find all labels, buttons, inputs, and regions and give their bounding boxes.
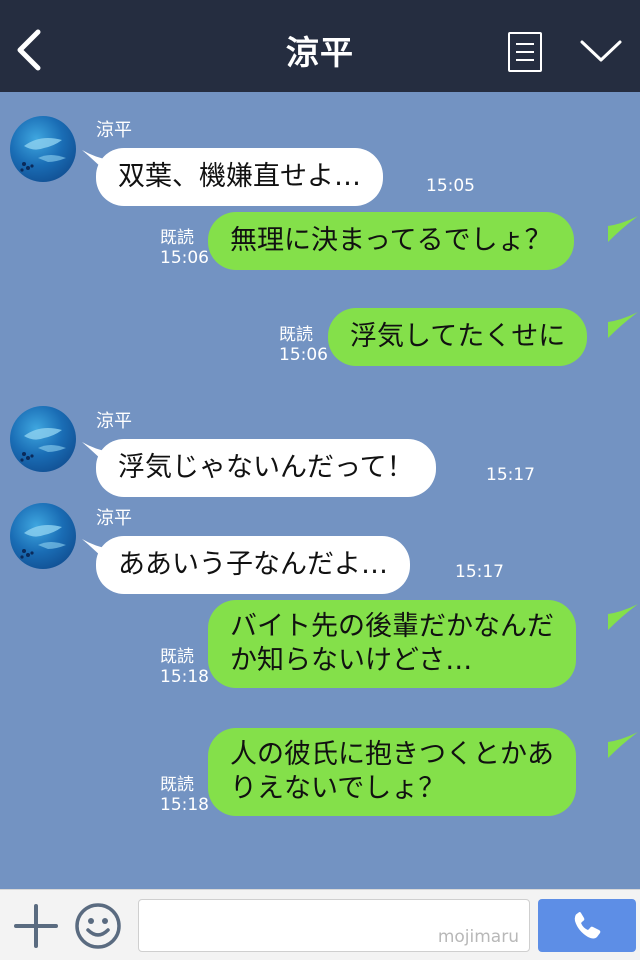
avatar[interactable] xyxy=(10,116,76,182)
chat-area[interactable]: 涼平 双葉、機嫌直せよ… 15:05 既読 15:06 無理に決まってるでしょ？… xyxy=(0,92,640,889)
sender-name: 涼平 xyxy=(96,508,132,529)
dolphin-image xyxy=(20,428,66,462)
call-button[interactable] xyxy=(538,899,636,952)
phone-icon xyxy=(574,912,601,939)
menu-button[interactable] xyxy=(508,32,542,72)
message-bubble[interactable]: 浮気してたくせに xyxy=(328,308,588,366)
dolphin-image xyxy=(20,525,66,559)
message-line: バイト先の後輩だかなんだ xyxy=(230,611,554,642)
collapse-button[interactable] xyxy=(578,36,624,66)
message-line: りえないでしょ？ xyxy=(230,773,446,804)
sender-name: 涼平 xyxy=(96,411,132,432)
read-receipt: 既読 xyxy=(279,325,313,345)
plus-icon xyxy=(14,904,58,948)
chevron-down-icon xyxy=(580,40,622,62)
smiley-icon xyxy=(75,903,121,949)
read-receipt: 既読 xyxy=(160,775,194,795)
add-button[interactable] xyxy=(14,904,58,948)
message-time: 15:17 xyxy=(486,465,535,485)
dolphin-image xyxy=(20,138,66,172)
chat-header: 涼平 xyxy=(0,0,640,92)
bubble-tail xyxy=(608,216,638,242)
bubble-tail xyxy=(608,312,638,338)
bubble-tail xyxy=(608,732,638,758)
message-time: 15:18 xyxy=(160,795,209,815)
message-bubble[interactable]: ああいう子なんだよ… xyxy=(96,536,410,594)
message-time: 15:06 xyxy=(160,248,209,268)
avatar[interactable] xyxy=(10,503,76,569)
message-time: 15:18 xyxy=(160,667,209,687)
message-input[interactable]: mojimaru xyxy=(138,899,530,952)
message-time: 15:05 xyxy=(426,176,475,196)
input-bar: mojimaru xyxy=(0,889,640,960)
sender-name: 涼平 xyxy=(96,120,132,141)
watermark-text: mojimaru xyxy=(437,927,519,947)
message-bubble[interactable]: 無理に決まってるでしょ？ xyxy=(208,212,574,270)
message-time: 15:06 xyxy=(279,345,328,365)
read-receipt: 既読 xyxy=(160,228,194,248)
bubble-tail xyxy=(608,604,638,630)
message-time: 15:17 xyxy=(455,562,504,582)
read-receipt: 既読 xyxy=(160,647,194,667)
message-bubble[interactable]: バイト先の後輩だかなんだ か知らないけどさ… xyxy=(208,600,576,688)
avatar[interactable] xyxy=(10,406,76,472)
message-line: か知らないけどさ… xyxy=(230,645,473,676)
message-bubble[interactable]: 人の彼氏に抱きつくとかあ りえないでしょ？ xyxy=(208,728,576,816)
message-bubble[interactable]: 双葉、機嫌直せよ… xyxy=(96,148,383,206)
chat-title: 涼平 xyxy=(286,33,354,72)
message-bubble[interactable]: 浮気じゃないんだって！ xyxy=(96,439,436,497)
emoji-button[interactable] xyxy=(74,902,122,950)
message-line: 人の彼氏に抱きつくとかあ xyxy=(230,739,554,770)
